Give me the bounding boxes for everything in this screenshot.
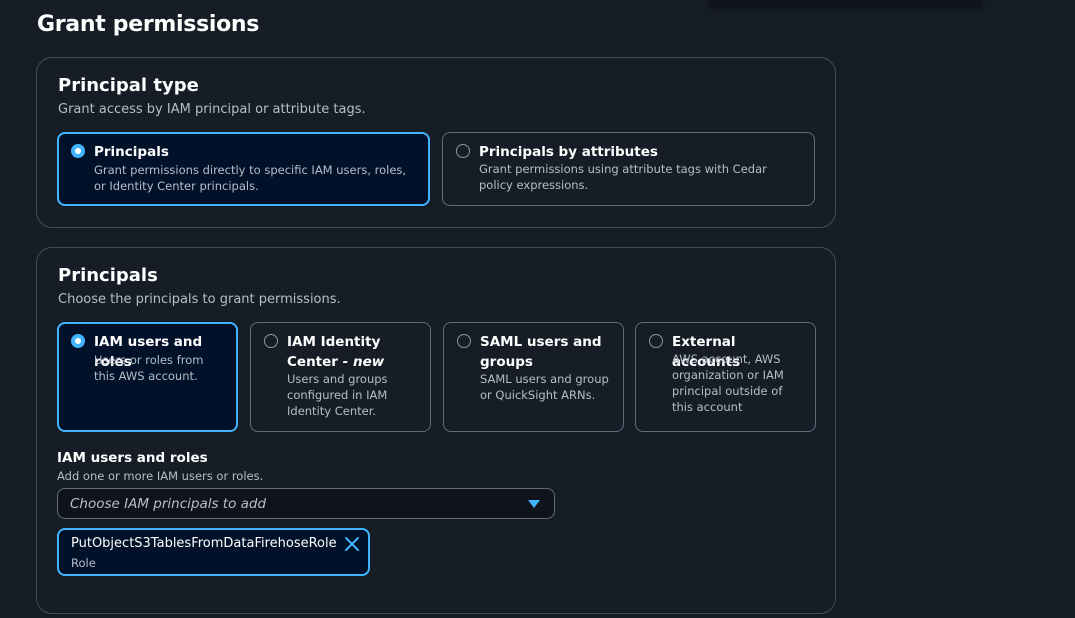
option-description: Grant permissions using attribute tags w… <box>479 162 767 192</box>
option-label: Principals <box>94 144 169 160</box>
caret-down-icon <box>528 500 540 508</box>
radio-unselected-icon[interactable] <box>456 144 470 158</box>
close-icon[interactable] <box>344 536 360 552</box>
option-description: Users and groups configured in IAM Ident… <box>287 372 388 418</box>
option-description: SAML users and group or QuickSight ARNs. <box>480 372 609 402</box>
option-label: IAM Identity Center - new <box>287 332 420 372</box>
radio-unselected-icon[interactable] <box>457 334 471 348</box>
iam-principals-select[interactable]: Choose IAM principals to add <box>57 488 555 519</box>
principal-type-description: Grant access by IAM principal or attribu… <box>58 102 366 117</box>
radio-selected-icon[interactable] <box>71 334 85 348</box>
iam-field-description: Add one or more IAM users or roles. <box>57 469 264 483</box>
option-description: AWS account, AWS organization or IAM pri… <box>672 352 784 414</box>
page-title: Grant permissions <box>37 12 260 37</box>
select-placeholder: Choose IAM principals to add <box>70 496 267 512</box>
iam-field-label: IAM users and roles <box>57 450 208 466</box>
option-label: Principals by attributes <box>479 144 658 160</box>
popover-shadow <box>708 0 983 6</box>
principal-type-panel: Principal type Grant access by IAM princ… <box>36 57 836 228</box>
principals-title: Principals <box>58 265 158 286</box>
option-description: Users or roles from this AWS account. <box>94 353 204 383</box>
principals-option-identity-center[interactable]: IAM Identity Center - new Users and grou… <box>250 322 431 432</box>
radio-selected-icon[interactable] <box>71 144 85 158</box>
radio-unselected-icon[interactable] <box>264 334 278 348</box>
token-name: PutObjectS3TablesFromDataFirehoseRole <box>71 536 337 551</box>
principal-type-title: Principal type <box>58 75 199 96</box>
principals-description: Choose the principals to grant permissio… <box>58 292 341 307</box>
new-tag: - new <box>342 354 385 370</box>
principals-option-iam-users-roles[interactable]: IAM users and roles Users or roles from … <box>57 322 238 432</box>
option-label: SAML users and groups <box>480 334 602 370</box>
principal-type-option-principals[interactable]: Principals Grant permissions directly to… <box>57 132 430 206</box>
selected-principal-token: PutObjectS3TablesFromDataFirehoseRole Ro… <box>57 528 370 576</box>
principals-option-external-accounts[interactable]: External accounts AWS account, AWS organ… <box>635 322 816 432</box>
token-type: Role <box>71 556 96 570</box>
option-description: Grant permissions directly to specific I… <box>94 163 407 193</box>
principal-type-option-attributes[interactable]: Principals by attributes Grant permissio… <box>442 132 815 206</box>
principals-option-saml[interactable]: SAML users and groups SAML users and gro… <box>443 322 624 432</box>
radio-unselected-icon[interactable] <box>649 334 663 348</box>
